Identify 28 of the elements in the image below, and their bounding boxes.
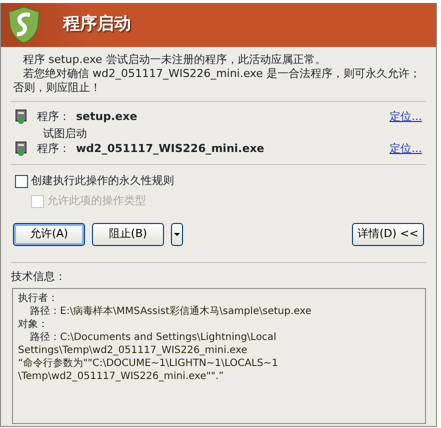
info-label: 路径： <box>30 306 60 316</box>
details-button[interactable]: 详情(D) << <box>352 223 424 246</box>
button[interactable]: 阻止(B) <box>92 223 164 246</box>
message-text: 程序 setup.exe 尝试启动一未注册的程序，此活动应属正常。 <box>22 53 327 67</box>
checkbox-label: 创建执行此操作的永久性规则 <box>31 172 174 189</box>
path-text: C:\Documents and Settings\Lightning\Local <box>60 332 276 342</box>
locate-link[interactable]: 定位... <box>390 140 422 158</box>
path-text: Settings\Temp\wd2_051117_WIS226_mini.exe <box>18 344 248 356</box>
dropdown-button[interactable] <box>171 223 183 246</box>
locate-link[interactable]: 定位... <box>390 108 422 126</box>
info-text: 对象： <box>18 318 49 330</box>
program-name: setup.exe <box>76 108 138 125</box>
section-label: 技术信息： <box>10 269 67 285</box>
info-label: 路径： <box>30 332 60 342</box>
program-label: 程序： <box>37 140 70 157</box>
program-label: 程序： <box>37 108 70 125</box>
action-text: 试图启动 <box>42 126 88 140</box>
program-name: wd2_051117_WIS226_mini.exe <box>76 140 264 157</box>
shield-logo-icon <box>7 6 41 44</box>
info-text: 执行者： <box>18 292 59 304</box>
checkbox[interactable] <box>15 174 28 188</box>
path-text: \Temp\wd2_051117_WIS226_mini.exe"".” <box>18 370 225 382</box>
path-text: E:\病毒样本\MMSAssist彩信通木马\sample\setup.exe <box>60 306 312 316</box>
window-title: 程序启动 <box>63 13 131 36</box>
path-text: “命令行参数为""C:\DOCUME~1\LIGHTN~1\LOCALS~1 <box>18 356 280 370</box>
message-text: 若您绝对确信 wd2_051117_WIS226_mini.exe 是一合法程序，则可永久允许；否则，则应阻止！ <box>13 67 422 95</box>
button[interactable]: 允许(A) <box>13 223 85 246</box>
checkbox-label: 允许此项的操作类型 <box>47 192 146 209</box>
